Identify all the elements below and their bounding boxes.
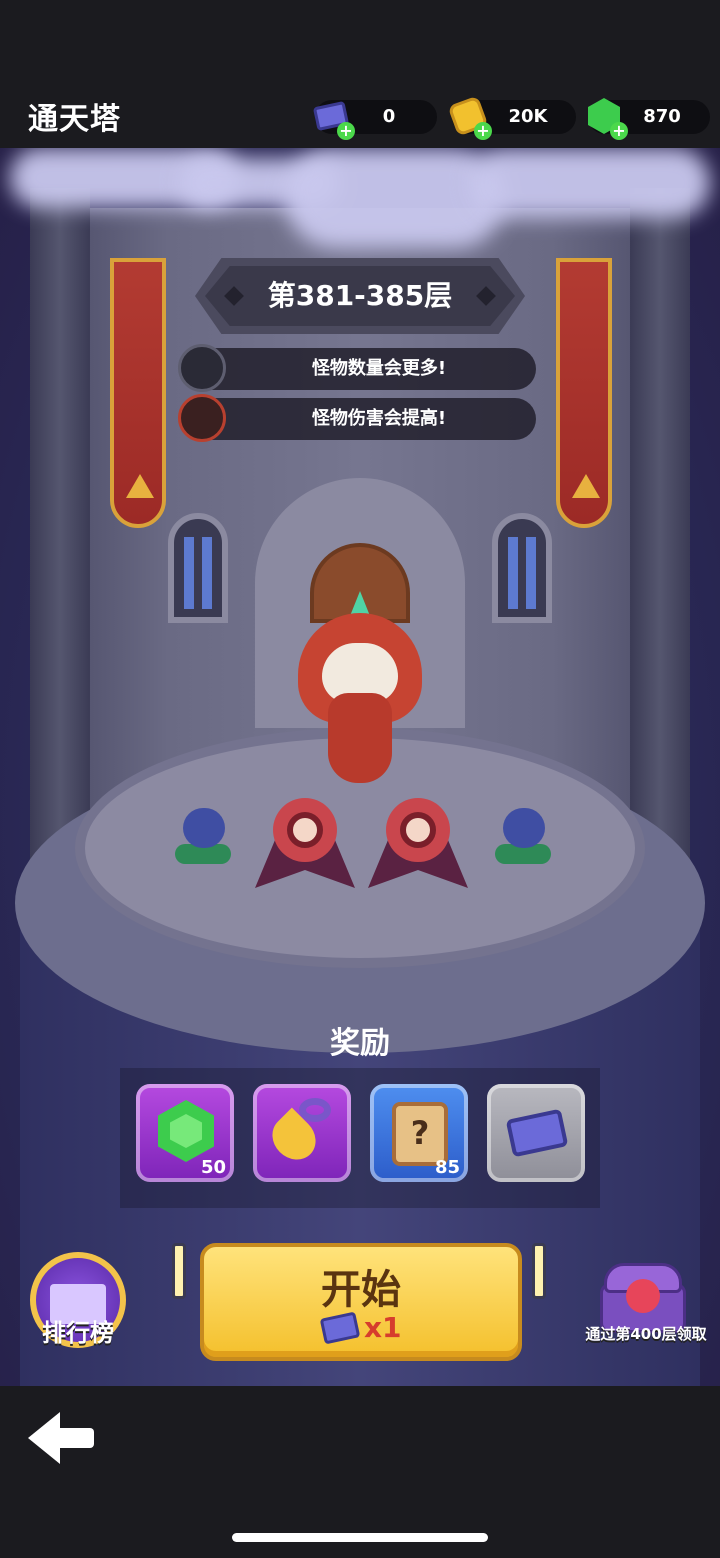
leaderboard-label: 排行榜 [42,1319,114,1347]
cloud [470,148,710,218]
flower-monster [175,808,231,868]
ticket-counter[interactable]: + 0 [312,100,437,140]
chest-label: 通过第400层领取 [585,1325,707,1343]
flower-monster [495,808,551,868]
cloud [285,148,505,248]
page-title: 通天塔 [28,102,121,137]
modifier-monster-damage: 怪物伤害会提高! [178,394,536,442]
gem-count: 870 [643,106,681,127]
reward-scroll[interactable]: ? 85 [370,1084,468,1182]
modifier-text: 怪物数量会更多! [311,358,447,379]
reward-count: 85 [434,1157,460,1178]
reward-count: 50 [200,1157,226,1178]
eye-bat-monster [368,788,468,898]
tower-window [492,513,552,623]
reward-key[interactable] [253,1084,351,1182]
gold-count: 20K [508,106,548,127]
left-banner [110,258,166,528]
top-bar: 通天塔 + 0 + 20K + 870 [0,0,720,148]
monster-damage-icon [178,394,226,442]
back-button[interactable] [28,1412,96,1464]
lamp [172,1243,186,1299]
start-cost: x1 [319,1311,422,1347]
home-indicator[interactable] [232,1533,488,1542]
tower-scene: 第381-385层 怪物数量会更多! 怪物伤害会提高! 奖励 50 ? 85 开… [0,148,720,1386]
ticket-count: 0 [382,106,396,127]
start-label: 开始 [321,1267,401,1313]
floor-range: 第381-385层 [267,279,453,312]
reward-gem[interactable]: 50 [136,1084,234,1182]
modifier-text: 怪物伤害会提高! [311,408,447,429]
hooded-snake-boss [298,591,422,783]
gold-counter[interactable]: + 20K [447,95,576,140]
right-banner [556,258,612,528]
gem-counter[interactable]: + 870 [588,98,710,140]
floor-plaque: 第381-385层 [195,258,525,334]
start-cost-value: x1 [364,1311,402,1344]
monster-count-icon [178,344,226,392]
modifier-monster-count: 怪物数量会更多! [178,344,536,392]
lamp [532,1243,546,1299]
eye-bat-monster [255,788,355,898]
ticket-icon [319,1311,361,1345]
demon-face-icon [626,1279,660,1313]
reward-ticket[interactable] [487,1084,585,1182]
rewards-title: 奖励 [330,1026,390,1061]
tower-window [168,513,228,623]
start-button[interactable]: 开始 x1 [200,1243,522,1361]
